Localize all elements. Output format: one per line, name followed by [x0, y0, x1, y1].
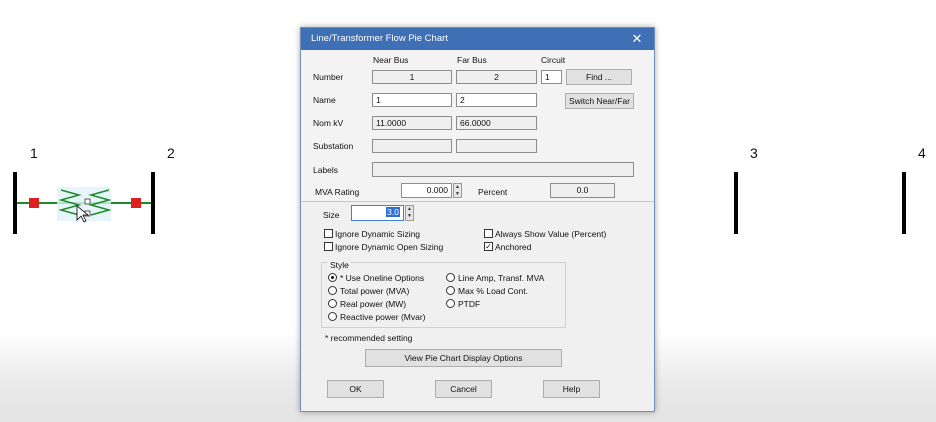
help-button[interactable]: Help — [543, 380, 600, 398]
anchored-label: Anchored — [495, 242, 532, 252]
bus-3[interactable] — [734, 172, 738, 234]
radio-label-use-oneline-options: * Use Oneline Options — [340, 273, 425, 283]
radio-ptdf[interactable] — [446, 299, 455, 308]
radio-use-oneline-options[interactable] — [328, 273, 337, 282]
find-button[interactable]: Find ... — [566, 69, 632, 85]
size-label: Size — [323, 210, 340, 220]
near-bus-substation-field — [372, 139, 452, 153]
far-bus-number-field[interactable]: 2 — [456, 70, 537, 84]
ignore-dynamic-open-sizing-label: Ignore Dynamic Open Sizing — [335, 242, 444, 252]
row-label-nomkv: Nom kV — [313, 118, 344, 128]
far-bus-substation-field — [456, 139, 537, 153]
ignore-dynamic-sizing-label: Ignore Dynamic Sizing — [335, 229, 421, 239]
far-bus-nomkv-field: 66.0000 — [456, 116, 537, 130]
radio-line-amp[interactable] — [446, 273, 455, 282]
always-show-value-label: Always Show Value (Percent) — [495, 229, 607, 239]
row-label-number: Number — [313, 72, 344, 82]
radio-max-load-cont[interactable] — [446, 286, 455, 295]
pie-chart-dialog: Line/Transformer Flow Pie Chart ✕ Near B… — [300, 27, 655, 412]
radio-label-line-amp: Line Amp, Transf. MVA — [458, 273, 545, 283]
radio-total-power[interactable] — [328, 286, 337, 295]
bus-label-3: 3 — [750, 145, 758, 161]
selection-handle — [84, 198, 91, 205]
style-group-label: Style — [328, 260, 351, 270]
view-pie-chart-options-button[interactable]: View Pie Chart Display Options — [365, 349, 562, 367]
recommended-note: * recommended setting — [325, 333, 413, 343]
near-bus-name-field[interactable]: 1 — [372, 93, 452, 107]
column-header-circuit: Circuit — [541, 55, 566, 65]
breaker-near — [29, 198, 39, 208]
transformer-branch[interactable] — [17, 180, 151, 226]
bus-label-2: 2 — [167, 145, 175, 161]
dialog-titlebar[interactable]: Line/Transformer Flow Pie Chart ✕ — [301, 28, 654, 50]
size-spinner[interactable]: ▲ ▼ — [405, 205, 414, 221]
radio-label-reactive-power: Reactive power (Mvar) — [340, 312, 426, 322]
near-bus-number-field[interactable]: 1 — [372, 70, 452, 84]
bus-4[interactable] — [902, 172, 906, 234]
column-header-far: Far Bus — [457, 55, 487, 65]
row-label-substation: Substation — [313, 141, 354, 151]
breaker-far — [131, 198, 141, 208]
bus-label-1: 1 — [30, 145, 38, 161]
percent-field: 0.0 — [550, 183, 615, 198]
always-show-value-checkbox[interactable] — [484, 229, 493, 238]
radio-label-total-power: Total power (MVA) — [340, 286, 410, 296]
anchored-checkbox[interactable]: ✓ — [484, 242, 493, 251]
percent-label: Percent — [478, 187, 508, 197]
dialog-title: Line/Transformer Flow Pie Chart — [311, 33, 448, 44]
far-bus-name-field[interactable]: 2 — [456, 93, 537, 107]
row-label-labels: Labels — [313, 165, 339, 175]
size-input-value: 3.0 — [386, 207, 400, 217]
radio-real-power[interactable] — [328, 299, 337, 308]
switch-near-far-button[interactable]: Switch Near/Far — [565, 93, 634, 109]
labels-field[interactable] — [372, 162, 634, 177]
size-input[interactable]: 3.0 — [351, 205, 404, 221]
radio-label-ptdf: PTDF — [458, 299, 481, 309]
ignore-dynamic-open-sizing-checkbox[interactable] — [324, 242, 333, 251]
mva-rating-input[interactable]: 0.000 — [401, 183, 452, 198]
radio-label-max-load-cont: Max % Load Cont. — [458, 286, 528, 296]
circuit-field[interactable]: 1 — [541, 70, 562, 84]
ignore-dynamic-sizing-checkbox[interactable] — [324, 229, 333, 238]
mva-rating-label: MVA Rating — [315, 187, 360, 197]
radio-label-real-power: Real power (MW) — [340, 299, 407, 309]
close-icon[interactable]: ✕ — [620, 28, 654, 50]
column-header-near: Near Bus — [373, 55, 409, 65]
bus-info-panel: Near Bus Far Bus Circuit Number 1 2 1 Fi… — [301, 50, 654, 202]
mva-rating-spinner[interactable]: ▲ ▼ — [453, 183, 462, 198]
bus-2[interactable] — [151, 172, 155, 234]
cancel-button[interactable]: Cancel — [435, 380, 492, 398]
row-label-name: Name — [313, 95, 336, 105]
bus-label-4: 4 — [918, 145, 926, 161]
near-bus-nomkv-field: 11.0000 — [372, 116, 452, 130]
ok-button[interactable]: OK — [327, 380, 384, 398]
radio-reactive-power[interactable] — [328, 312, 337, 321]
